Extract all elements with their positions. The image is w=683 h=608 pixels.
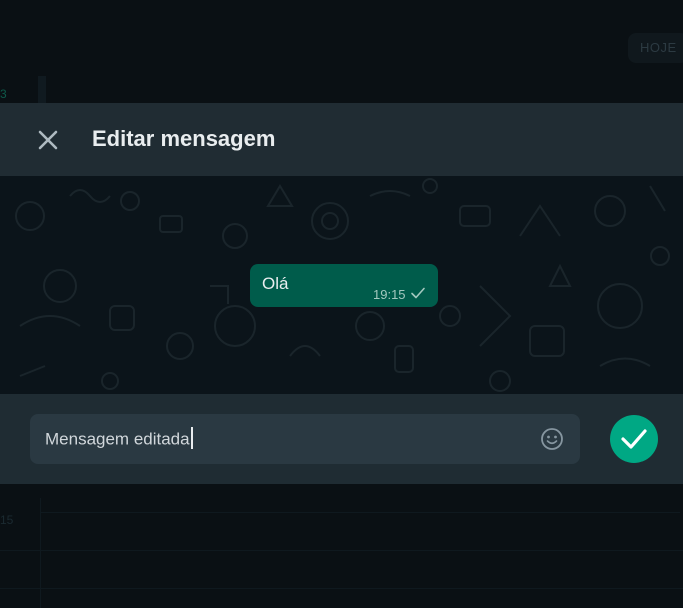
- message-preview-area: Olá 19:15: [0, 176, 683, 394]
- dialog-header: Editar mensagem: [0, 103, 683, 176]
- confirm-edit-button[interactable]: [610, 415, 658, 463]
- message-timestamp: 19:15: [373, 287, 406, 302]
- edit-input-text-wrapper: Mensagem editada: [45, 427, 193, 451]
- close-button[interactable]: [33, 125, 63, 155]
- edit-message-input[interactable]: Mensagem editada: [30, 414, 580, 464]
- emoji-icon: [541, 428, 563, 450]
- edit-input-value: Mensagem editada: [45, 429, 190, 449]
- background-message-rows: [0, 498, 683, 608]
- edit-message-dialog: Editar mensagem Olá 19:15 Mensagem edita…: [0, 103, 683, 484]
- date-divider-chip: HOJE: [628, 33, 683, 63]
- background-divider: [38, 76, 46, 104]
- edit-composer: Mensagem editada: [0, 394, 683, 484]
- outgoing-message-bubble: Olá 19:15: [250, 264, 438, 307]
- emoji-button[interactable]: [540, 427, 564, 451]
- whatsapp-edit-message-screen: HOJE 3 15 Editar mensagem Olá 19:15 Mens…: [0, 0, 683, 608]
- background-text-fragment: 3: [0, 87, 7, 101]
- single-check-icon: [411, 287, 425, 299]
- close-icon: [38, 130, 58, 150]
- text-caret: [190, 427, 193, 449]
- message-text: Olá: [262, 274, 289, 293]
- dialog-title: Editar mensagem: [92, 126, 276, 151]
- checkmark-icon: [621, 429, 647, 449]
